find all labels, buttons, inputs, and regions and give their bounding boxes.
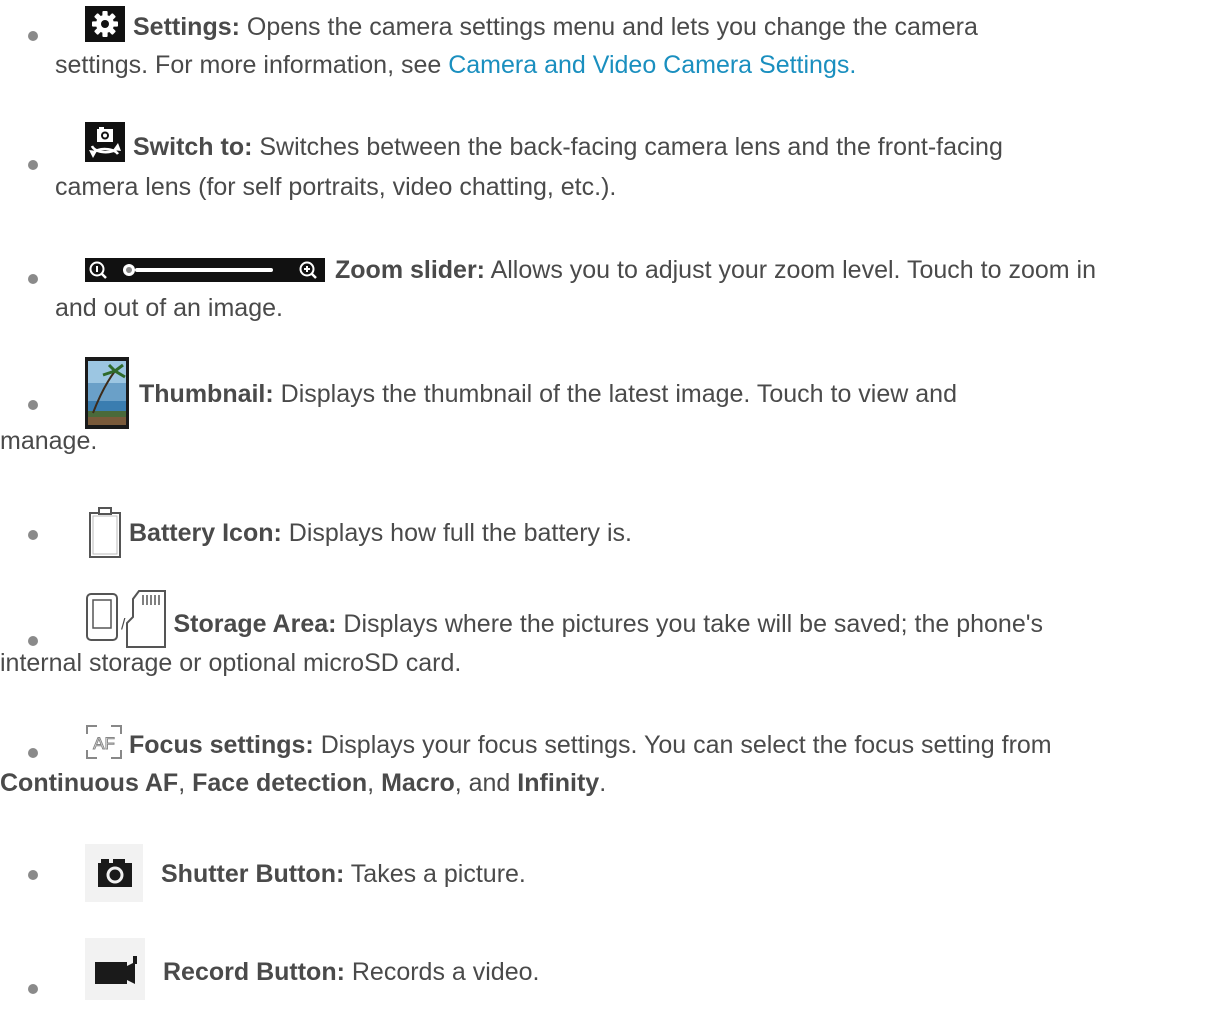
focus-option-end: . bbox=[599, 769, 607, 798]
bullet bbox=[28, 984, 38, 994]
camera-shutter-icon bbox=[85, 844, 143, 903]
bullet bbox=[28, 400, 38, 410]
focus-option-macro: Macro bbox=[381, 769, 455, 798]
gear-icon bbox=[85, 6, 125, 43]
item-title: Thumbnail: bbox=[139, 380, 274, 408]
battery-icon bbox=[87, 505, 123, 559]
bullet bbox=[28, 31, 38, 41]
settings-link[interactable]: Camera and Video Camera Settings. bbox=[448, 51, 856, 79]
svg-text:AF: AF bbox=[93, 734, 115, 753]
item-description-cont: internal storage or optional microSD car… bbox=[0, 649, 462, 677]
item-description: Records a video. bbox=[344, 958, 540, 986]
bullet bbox=[28, 160, 38, 170]
item-title: Focus settings: bbox=[129, 731, 314, 759]
item-description: Displays your focus settings. You can se… bbox=[313, 731, 1052, 759]
focus-option-face-detection: Face detection bbox=[192, 769, 368, 798]
focus-option-sep: , bbox=[367, 769, 382, 798]
focus-option-continuous-af: Continuous AF bbox=[0, 769, 179, 798]
bullet bbox=[28, 748, 38, 758]
item-title: Switch to: bbox=[133, 133, 253, 161]
camera-switch-icon bbox=[85, 122, 125, 163]
focus-option-infinity: Infinity bbox=[517, 769, 600, 798]
item-title: Shutter Button: bbox=[161, 860, 345, 888]
video-camera-icon bbox=[85, 938, 145, 1001]
microsd-card-icon bbox=[125, 589, 167, 649]
item-title: Settings: bbox=[133, 13, 240, 41]
item-description: Displays where the pictures you take wil… bbox=[336, 610, 1044, 638]
item-description: Allows you to adjust your zoom level. To… bbox=[485, 256, 1096, 284]
bullet bbox=[28, 274, 38, 284]
item-description-cont: and out of an image. bbox=[55, 294, 283, 322]
item-description-cont: manage. bbox=[0, 427, 98, 455]
item-description-cont: settings. For more information, see bbox=[55, 51, 449, 80]
zoom-slider-icon bbox=[85, 255, 325, 283]
item-title: Zoom slider: bbox=[335, 256, 486, 284]
focus-option-sep: , and bbox=[454, 769, 518, 798]
focus-option-sep: , bbox=[178, 769, 193, 798]
item-description: Displays how full the battery is. bbox=[281, 519, 632, 547]
bullet bbox=[28, 530, 38, 540]
thumbnail-image-icon bbox=[85, 357, 129, 430]
item-title: Battery Icon: bbox=[129, 519, 282, 547]
item-title: Record Button: bbox=[163, 958, 345, 986]
internal-storage-icon bbox=[85, 592, 119, 642]
item-description: Takes a picture. bbox=[344, 860, 526, 888]
bullet bbox=[28, 870, 38, 880]
item-description: Displays the thumbnail of the latest ima… bbox=[273, 380, 957, 408]
item-description: Opens the camera settings menu and lets … bbox=[239, 13, 978, 41]
item-description: Switches between the back-facing camera … bbox=[252, 133, 1003, 161]
item-description-cont: camera lens (for self portraits, video c… bbox=[55, 173, 617, 202]
item-title: Storage Area: bbox=[173, 610, 337, 638]
af-focus-icon: AF bbox=[85, 724, 123, 760]
